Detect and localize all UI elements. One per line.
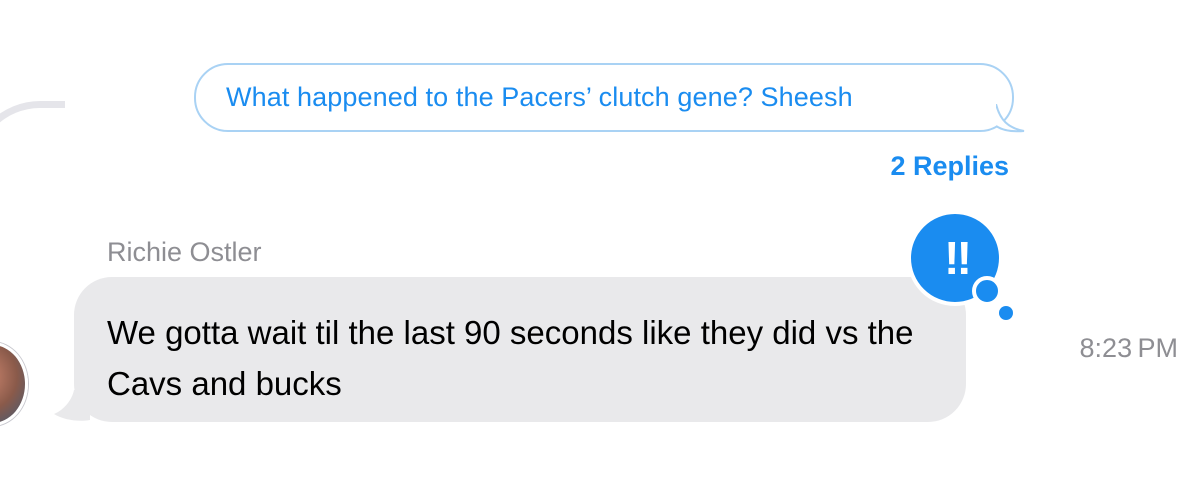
quoted-message-text: What happened to the Pacers’ clutch gene… [226, 82, 853, 112]
tapback-tail-dot-small [999, 306, 1013, 320]
tapback-glyph: ‼ [944, 232, 972, 284]
message-timestamp: 8:23 PM [1079, 333, 1178, 363]
tapback-tail-dot-large [972, 276, 1002, 306]
quoted-bubble-tail [996, 104, 1025, 133]
thread-connector-line [0, 101, 65, 361]
message-text: We gotta wait til the last 90 seconds li… [107, 314, 914, 402]
message-bubble-tail [54, 390, 90, 421]
sender-name: Richie Ostler [107, 237, 262, 267]
replies-link[interactable]: 2 Replies [890, 151, 1009, 182]
